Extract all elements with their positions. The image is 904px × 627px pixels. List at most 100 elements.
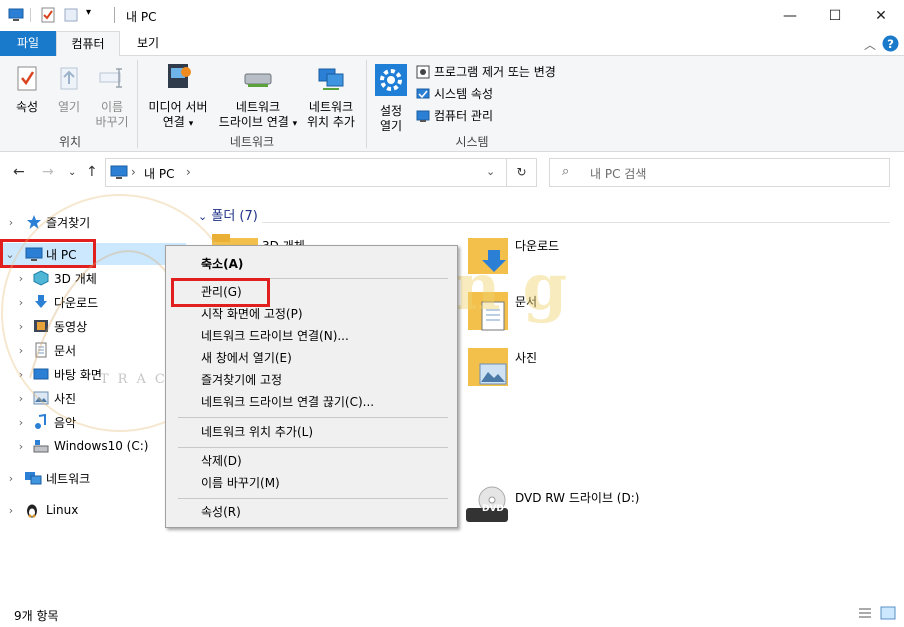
divider (137, 60, 138, 148)
divider (30, 8, 31, 22)
highlight-box (171, 278, 270, 307)
menu-separator (178, 498, 448, 499)
close-button[interactable]: ✕ (858, 0, 904, 31)
add-network-location-button[interactable]: 네트워크 위치 추가 (302, 66, 360, 130)
rename-label-2: 바꾸기 (95, 115, 129, 129)
chevron-right-icon[interactable]: › (131, 165, 136, 179)
media-server-label-2: 연결 ▾ (144, 115, 212, 132)
tab-file[interactable]: 파일 (0, 31, 56, 56)
search-placeholder[interactable]: 내 PC 검색 (590, 165, 646, 182)
settings-label-1: 설정 (379, 104, 403, 118)
open-icon (60, 67, 78, 90)
settings-gear-icon (375, 64, 407, 96)
chevron-right-icon[interactable]: › (6, 472, 16, 485)
open-button[interactable]: 열기 (51, 64, 87, 115)
collapse-ribbon-icon[interactable]: ︿ (864, 36, 876, 53)
maximize-button[interactable]: ☐ (812, 0, 858, 31)
dropdown-icon: ▾ (188, 119, 194, 129)
status-bar: 9개 항목 (0, 600, 904, 627)
dropdown-icon: ▾ (292, 119, 298, 129)
details-view-icon[interactable] (858, 607, 872, 619)
computer-management-label: 컴퓨터 관리 (434, 109, 494, 123)
media-server-label-1: 미디어 서버 (148, 100, 208, 114)
system-properties-label: 시스템 속성 (434, 87, 494, 101)
menu-separator (178, 417, 448, 418)
title-bar: ▾ 내 PC — ☐ ✕ (0, 0, 904, 31)
tab-view[interactable]: 보기 (124, 31, 172, 56)
media-server-text: 연결 (162, 115, 185, 129)
menu-separator (178, 447, 448, 448)
address-dropdown-icon[interactable]: ⌄ (486, 165, 495, 178)
group-network-label: 네트워크 (229, 135, 275, 149)
properties-icon (17, 66, 37, 91)
computer-icon (8, 8, 24, 21)
group-system-label: 시스템 (455, 135, 489, 149)
divider (114, 7, 115, 23)
minimize-button[interactable]: — (767, 0, 813, 31)
help-icon[interactable]: ? (882, 35, 899, 52)
map-drive-text: 드라이브 연결 (218, 115, 289, 129)
rename-button[interactable]: 이름 바꾸기 (92, 64, 132, 130)
tab-computer[interactable]: 컴퓨터 (56, 31, 120, 57)
folder-label: 사진 (515, 351, 538, 365)
properties-button[interactable]: 속성 (8, 64, 46, 115)
computer-management-icon (416, 110, 430, 122)
menu-item-open-new-window[interactable]: 새 창에서 열기(E) (201, 348, 292, 368)
uninstall-program-button[interactable]: 프로그램 제거 또는 변경 (416, 62, 556, 82)
map-drive-label-2: 드라이브 연결 ▾ (214, 115, 302, 132)
menu-item-collapse[interactable]: 축소(A) (201, 254, 243, 274)
menu-item-rename[interactable]: 이름 바꾸기(M) (201, 473, 280, 493)
system-properties-button[interactable]: 시스템 속성 (416, 84, 493, 104)
penguin-icon (27, 504, 37, 518)
open-settings-button[interactable]: 설정 열기 (372, 64, 410, 134)
chevron-right-icon[interactable]: › (6, 504, 16, 517)
refresh-button[interactable]: ↻ (507, 158, 537, 187)
new-folder-icon[interactable] (63, 7, 79, 23)
search-icon: ⌕ (562, 164, 570, 179)
ribbon: 속성 열기 이름 바꾸기 위치 미디어 서버 연결 ▾ 네트워크 드라이브 연결… (0, 56, 904, 152)
rename-icon (99, 68, 122, 88)
chevron-right-icon[interactable]: › (186, 165, 191, 179)
search-box[interactable]: ⌕ 내 PC 검색 (549, 158, 890, 187)
menu-item-add-network-location[interactable]: 네트워크 위치 추가(L) (201, 422, 313, 442)
settings-label-2: 열기 (379, 119, 403, 133)
rename-label-1: 이름 (100, 100, 124, 114)
refresh-icon: ↻ (516, 165, 527, 179)
nav-label: 네트워크 (46, 471, 91, 486)
system-properties-icon (416, 88, 430, 99)
drive-label: DVD RW 드라이브 (D:) (515, 491, 640, 505)
map-drive-label-1: 네트워크 (235, 100, 281, 114)
map-drive-button[interactable]: 네트워크 드라이브 연결 ▾ (214, 70, 302, 132)
nav-label: Linux (46, 503, 79, 517)
network-location-icon (318, 68, 344, 90)
divider (366, 60, 367, 148)
customize-toolbar-icon[interactable]: ▾ (86, 7, 91, 18)
menu-item-pin-start[interactable]: 시작 화면에 고정(P) (201, 304, 303, 324)
computer-management-button[interactable]: 컴퓨터 관리 (416, 106, 493, 126)
uninstall-icon (416, 65, 430, 79)
nav-item-network[interactable]: › 네트워크 (0, 467, 186, 489)
add-location-label-1: 네트워크 (308, 100, 354, 114)
window-title: 내 PC (126, 10, 157, 24)
menu-item-delete[interactable]: 삭제(D) (201, 451, 242, 471)
recent-locations-icon[interactable]: ⌄ (68, 167, 76, 178)
menu-item-map-drive[interactable]: 네트워크 드라이브 연결(N)... (201, 326, 349, 346)
menu-item-properties[interactable]: 속성(R) (201, 502, 241, 522)
uninstall-label: 프로그램 제거 또는 변경 (434, 65, 556, 79)
media-server-button[interactable]: 미디어 서버 연결 ▾ (144, 62, 212, 132)
svg-text:?: ? (887, 37, 894, 51)
media-server-icon (168, 64, 191, 88)
network-icon (25, 472, 42, 485)
menu-item-pin-quick-access[interactable]: 즐겨찾기에 고정 (201, 370, 282, 390)
properties-check-icon[interactable] (40, 7, 56, 23)
dvd-badge: DVD (482, 504, 504, 514)
menu-item-disconnect-drive[interactable]: 네트워크 드라이브 연결 끊기(C)... (201, 392, 374, 412)
add-location-label-2: 위치 추가 (307, 115, 355, 129)
divider (262, 222, 890, 223)
group-location-label: 위치 (58, 135, 82, 149)
large-icons-view-icon[interactable] (880, 606, 896, 620)
open-label: 열기 (57, 100, 81, 114)
properties-label: 속성 (15, 100, 39, 114)
item-count: 9개 항목 (14, 609, 59, 623)
nav-item-linux[interactable]: › Linux (0, 499, 186, 521)
